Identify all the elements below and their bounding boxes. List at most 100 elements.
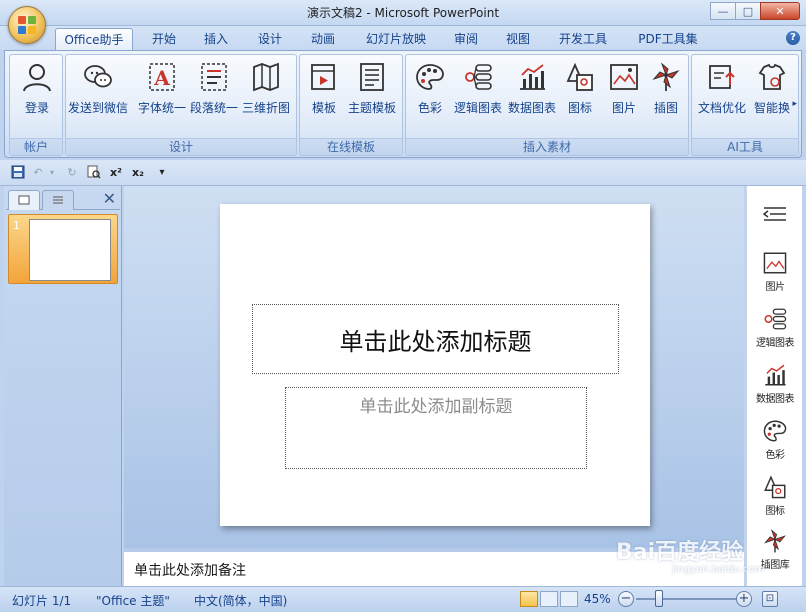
font-unify-label: 字体统一 [137, 101, 186, 115]
assistant-sidebar: 图片 逻辑图表 数据图表 色彩 图标 插图库 [746, 186, 802, 586]
palette-icon [763, 420, 787, 442]
login-label: 登录 [24, 101, 49, 115]
tab-view[interactable]: 视图 [498, 28, 538, 50]
send-to-wechat-button[interactable]: 发送到微信 [68, 59, 128, 121]
sidebar-item-logic-chart[interactable]: 逻辑图表 [747, 306, 803, 349]
scroll-right-icon[interactable]: ▸ [792, 99, 797, 109]
zoom-out-button[interactable]: − [618, 591, 634, 607]
sidebar-item-color[interactable]: 色彩 [747, 418, 803, 461]
maximize-button[interactable]: □ [735, 2, 761, 20]
theme-template-icon [360, 63, 384, 91]
data-chart-icon [520, 64, 545, 90]
zoom-slider-thumb[interactable] [655, 590, 663, 607]
slides-tab-icon[interactable] [8, 190, 40, 210]
svg-text:A: A [153, 66, 170, 90]
collapse-sidebar-icon[interactable] [747, 206, 803, 222]
sidebar-item-label: 逻辑图表 [756, 338, 795, 349]
group-label-account: 帐户 [10, 138, 62, 155]
close-button[interactable]: ✕ [760, 2, 800, 20]
notes-placeholder: 单击此处添加备注 [134, 563, 246, 579]
title-placeholder[interactable]: 单击此处添加标题 [252, 304, 619, 374]
tab-office-assistant[interactable]: Office助手 [55, 28, 133, 50]
fit-to-window-icon[interactable]: ⊡ [762, 591, 778, 607]
slide-count: 幻灯片 1/1 [12, 594, 72, 608]
tab-design[interactable]: 设计 [250, 28, 290, 50]
font-unify-button[interactable]: A 字体统一 [132, 59, 192, 121]
sidebar-item-icons[interactable]: 图标 [747, 474, 803, 517]
paragraph-unify-button[interactable]: 段落统一 [184, 59, 244, 121]
3d-fold-button[interactable]: 三维折图 [236, 59, 296, 121]
tab-pdf-tools[interactable]: PDF工具集 [630, 28, 706, 50]
tab-slideshow[interactable]: 幻灯片放映 [358, 28, 434, 50]
logic-chart-button[interactable]: 逻辑图表 [448, 59, 508, 121]
sidebar-item-picture[interactable]: 图片 [747, 250, 803, 293]
illustration-button[interactable]: 插图 [636, 59, 696, 121]
zoom-in-button[interactable]: + [736, 591, 752, 607]
undo-dropdown-icon[interactable]: ▾ [44, 165, 60, 181]
sidebar-item-illustration-library[interactable]: 插图库 [747, 528, 803, 571]
slide-thumbnail-preview [29, 219, 111, 281]
tab-home[interactable]: 开始 [144, 28, 184, 50]
paragraph-unify-label: 段落统一 [189, 101, 238, 115]
minimize-button[interactable]: — [710, 2, 736, 20]
group-label-design: 设计 [66, 138, 296, 155]
tab-insert[interactable]: 插入 [196, 28, 236, 50]
outline-tab-icon[interactable] [42, 190, 74, 210]
slide-thumbnail-1[interactable]: 1 [8, 214, 118, 284]
slide-sorter-view-icon[interactable] [540, 591, 558, 607]
office-logo-icon [18, 16, 36, 34]
quick-access-toolbar: ↶ ▾ ↻ x² x₂ ▾ [0, 160, 806, 186]
font-icon: A [149, 63, 175, 91]
notes-pane[interactable]: 单击此处添加备注 [124, 548, 744, 586]
zoom-slider-track[interactable] [636, 598, 738, 600]
print-preview-icon[interactable] [86, 165, 102, 181]
group-label-insert-assets: 插入素材 [406, 138, 688, 155]
slide-number: 1 [13, 219, 20, 232]
sidebar-item-data-chart[interactable]: 数据图表 [747, 362, 803, 405]
subtitle-placeholder[interactable]: 单击此处添加副标题 [285, 387, 587, 469]
group-insert-assets: 色彩 逻辑图表 数据图表 图标 图片 插图 插入素材 [405, 54, 689, 156]
tab-animation[interactable]: 动画 [303, 28, 343, 50]
zoom-level[interactable]: 45% [584, 592, 611, 606]
palette-icon [416, 64, 444, 90]
theme-template-label: 主题模板 [347, 101, 396, 115]
theme-template-button[interactable]: 主题模板 [342, 59, 402, 121]
ribbon: 登录 帐户 发送到微信 A 字体统一 段落统一 三维折图 设计 模板 主题模板 … [4, 50, 802, 158]
tab-review[interactable]: 审阅 [446, 28, 486, 50]
group-ai-tools: 文档优化 智能换 ▸ AI工具 [691, 54, 799, 156]
smart-change-icon [758, 63, 786, 90]
group-account: 登录 帐户 [9, 54, 63, 156]
sidebar-item-label: 数据图表 [756, 394, 795, 405]
sidebar-item-label: 插图库 [760, 560, 790, 571]
logic-chart-label: 逻辑图表 [453, 101, 502, 115]
group-label-online-templates: 在线模板 [300, 138, 402, 155]
shapes-icon [764, 475, 786, 499]
sidebar-item-label: 色彩 [765, 450, 786, 461]
3d-fold-label: 三维折图 [241, 101, 290, 115]
login-button[interactable]: 登录 [7, 59, 67, 121]
smart-change-button[interactable]: 智能换 [742, 59, 802, 121]
help-icon[interactable]: ? [786, 31, 800, 45]
doc-optimize-icon [709, 65, 735, 89]
group-design: 发送到微信 A 字体统一 段落统一 三维折图 设计 [65, 54, 297, 156]
paragraph-icon [201, 63, 227, 91]
normal-view-icon[interactable] [520, 591, 538, 607]
tab-developer[interactable]: 开发工具 [552, 28, 614, 50]
superscript-button[interactable]: x² [108, 165, 124, 181]
wechat-icon [84, 65, 112, 88]
redo-icon[interactable]: ↻ [64, 165, 80, 181]
slide-canvas[interactable]: 单击此处添加标题 单击此处添加副标题 [220, 204, 650, 526]
illustration-label: 插图 [653, 101, 678, 115]
close-pane-icon[interactable]: ✕ [103, 191, 116, 207]
customize-qat-icon[interactable]: ▾ [154, 165, 170, 181]
group-online-templates: 模板 主题模板 在线模板 [299, 54, 403, 156]
save-icon[interactable] [10, 165, 26, 181]
send-to-wechat-label: 发送到微信 [68, 101, 129, 115]
slides-pane: ✕ 1 [4, 186, 122, 586]
office-button[interactable] [8, 6, 46, 44]
pane-tabs: ✕ [6, 188, 120, 210]
language-status[interactable]: 中文(简体，中国) [194, 592, 287, 609]
subscript-button[interactable]: x₂ [130, 165, 146, 181]
slideshow-view-icon[interactable] [560, 591, 578, 607]
status-bar: 幻灯片 1/1 "Office 主题" 中文(简体，中国) 45% − + ⊡ [0, 586, 806, 612]
